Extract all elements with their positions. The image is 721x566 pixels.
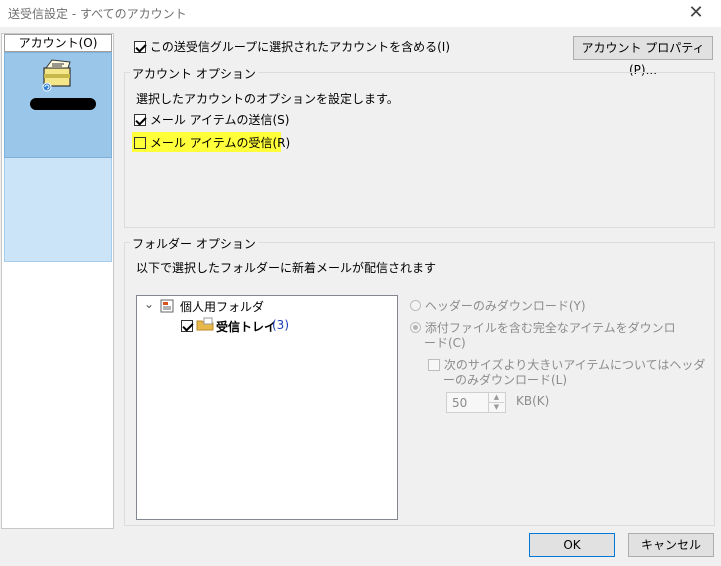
size-limit-label-line2: ーのみダウンロード(L) [443, 373, 568, 387]
size-spinner-buttons[interactable]: ▲ ▼ [488, 393, 504, 412]
include-accounts-checkbox-row[interactable]: この送受信グループに選択されたアカウントを含める(I) [134, 38, 450, 55]
account-list-header[interactable]: アカウント(O) [4, 34, 112, 52]
cancel-button[interactable]: キャンセル [628, 533, 714, 557]
folder-options-legend: フォルダー オプション [130, 235, 258, 252]
close-icon[interactable]: ✕ [685, 2, 707, 24]
send-mail-checkbox[interactable] [134, 114, 146, 126]
inbox-unread-count: (3) [272, 318, 289, 332]
mail-account-icon [40, 58, 74, 97]
headers-only-label: ヘッダーのみダウンロード(Y) [424, 299, 586, 313]
inbox-checkbox-row[interactable] [181, 319, 193, 333]
full-items-radio[interactable] [410, 322, 421, 333]
size-limit-label-line1: 次のサイズより大きいアイテムについてはヘッダ [443, 358, 706, 372]
inbox-checkbox[interactable] [181, 320, 193, 332]
receive-mail-checkbox[interactable] [134, 137, 146, 149]
receive-mail-row[interactable]: メール アイテムの受信(R) [134, 134, 290, 151]
full-items-label-line1: 添付ファイルを含む完全なアイテムをダウンロ [424, 321, 676, 335]
account-name-redacted [30, 98, 96, 110]
account-item-empty[interactable] [4, 158, 112, 262]
account-options-legend: アカウント オプション [130, 65, 258, 82]
inbox-folder-icon [196, 317, 214, 334]
personal-folders-icon [160, 299, 176, 316]
headers-only-radio[interactable] [410, 300, 421, 311]
tree-expand-icon[interactable]: ⌄ [144, 297, 154, 311]
headers-only-row[interactable]: ヘッダーのみダウンロード(Y) [410, 297, 586, 314]
account-properties-button[interactable]: アカウント プロパティ(P)... [573, 36, 713, 77]
include-accounts-checkbox[interactable] [134, 41, 146, 53]
size-spinner-value[interactable]: 50 [452, 396, 467, 410]
send-mail-label: メール アイテムの送信(S) [149, 113, 290, 127]
spin-down-icon[interactable]: ▼ [489, 402, 504, 412]
ok-button[interactable]: OK [529, 533, 615, 557]
receive-mail-label: メール アイテムの受信(R) [149, 136, 291, 150]
tree-root-label[interactable]: 個人用フォルダ [180, 298, 264, 315]
size-unit-label: KB(K) [516, 394, 550, 408]
full-items-label-line2: ード(C) [424, 336, 466, 350]
inbox-label[interactable]: 受信トレイ [216, 318, 276, 335]
spin-up-icon[interactable]: ▲ [489, 393, 504, 402]
account-options-description: 選択したアカウントのオプションを設定します。 [136, 92, 399, 106]
include-accounts-label: この送受信グループに選択されたアカウントを含める(I) [149, 40, 451, 54]
window-title: 送受信設定 - すべてのアカウント [8, 7, 187, 21]
send-mail-row[interactable]: メール アイテムの送信(S) [134, 111, 289, 128]
size-limit-checkbox[interactable] [428, 359, 440, 371]
folder-options-description: 以下で選択したフォルダーに新着メールが配信されます [136, 261, 437, 275]
